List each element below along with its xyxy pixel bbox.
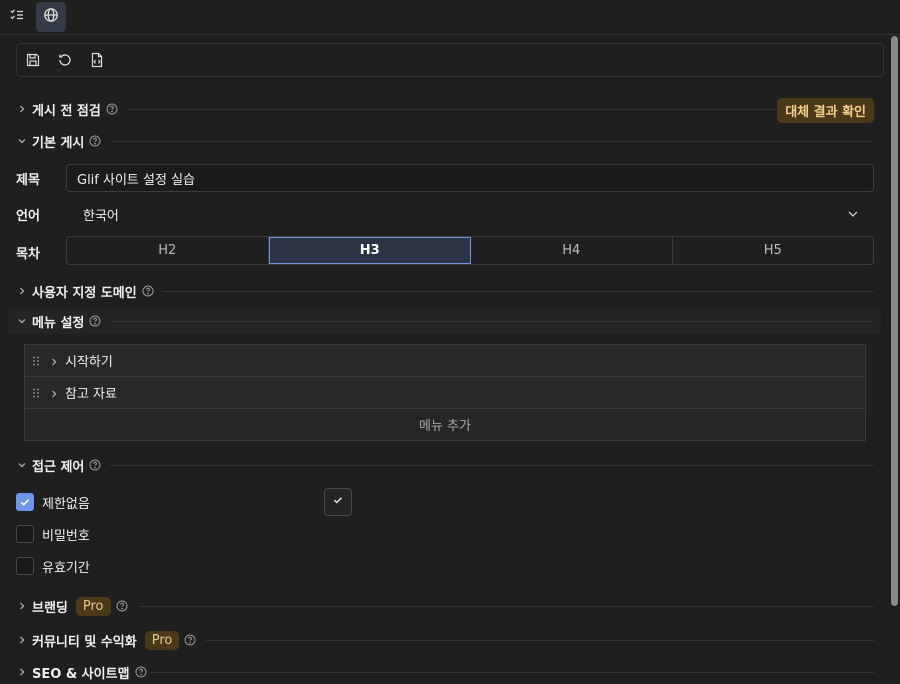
section-title: 기본 게시 — [32, 135, 85, 151]
access-option-expiry[interactable]: 유효기간 — [16, 557, 90, 576]
chevron-right-icon — [16, 600, 28, 612]
chevron-right-icon — [16, 634, 28, 646]
toc-option-h5[interactable]: H5 — [673, 237, 874, 264]
checkbox[interactable] — [16, 525, 34, 543]
section-community-monetization[interactable]: 커뮤니티 및 수익화 Pro — [16, 629, 196, 651]
help-icon[interactable] — [89, 135, 101, 147]
checkbox-label: 제한없음 — [42, 496, 90, 512]
menu-item-label: 시작하기 — [65, 355, 113, 370]
divider — [206, 640, 874, 641]
divider — [126, 109, 776, 110]
menu-list: 시작하기 참고 자료 메뉴 추가 — [24, 344, 866, 441]
code-file-icon[interactable] — [89, 52, 105, 68]
section-title: 접근 제어 — [32, 459, 85, 475]
add-menu-button[interactable]: 메뉴 추가 — [25, 409, 865, 440]
divider — [150, 672, 874, 673]
confirm-button[interactable] — [324, 488, 352, 516]
menu-item[interactable]: 시작하기 — [25, 345, 865, 377]
toc-label: 목차 — [16, 247, 40, 262]
section-title: 브랜딩 — [32, 600, 68, 616]
help-icon[interactable] — [116, 600, 128, 612]
section-custom-domain[interactable]: 사용자 지정 도메인 — [16, 280, 154, 302]
checklist-icon — [9, 7, 25, 27]
fallback-check-button[interactable]: 대체 결과 확인 — [777, 98, 874, 123]
section-prepublish-check[interactable]: 게시 전 점검 — [16, 98, 118, 120]
chevron-down-icon[interactable] — [846, 207, 860, 221]
section-seo-sitemap[interactable]: SEO & 사이트맵 — [16, 661, 147, 683]
divider — [110, 465, 874, 466]
chevron-right-icon[interactable] — [49, 388, 59, 398]
menu-item-label: 참고 자료 — [65, 387, 117, 402]
chevron-right-icon — [16, 285, 28, 297]
drag-handle-icon[interactable] — [31, 387, 41, 399]
language-select[interactable]: 한국어 — [83, 205, 119, 224]
toc-option-h2[interactable]: H2 — [67, 237, 269, 264]
drag-handle-icon[interactable] — [31, 355, 41, 367]
action-toolbar — [16, 43, 884, 77]
title-label: 제목 — [16, 173, 40, 188]
help-icon[interactable] — [184, 634, 196, 646]
divider — [162, 291, 874, 292]
section-branding[interactable]: 브랜딩 Pro — [16, 595, 128, 617]
section-title: 커뮤니티 및 수익화 — [32, 634, 137, 650]
checkbox-label: 비밀번호 — [42, 528, 90, 544]
access-option-password[interactable]: 비밀번호 — [16, 525, 90, 544]
checkbox-label: 유효기간 — [42, 560, 90, 576]
divider — [110, 141, 874, 142]
language-label: 언어 — [16, 209, 40, 224]
reset-icon[interactable] — [57, 52, 73, 68]
section-menu-settings[interactable]: 메뉴 설정 — [16, 310, 101, 332]
chevron-down-icon — [16, 459, 28, 471]
checkbox-checked[interactable] — [16, 493, 34, 511]
divider — [110, 321, 874, 322]
section-title: 사용자 지정 도메인 — [32, 285, 137, 301]
section-basic-publish[interactable]: 기본 게시 — [16, 130, 101, 152]
toc-option-h4[interactable]: H4 — [471, 237, 673, 264]
title-input[interactable]: Glif 사이트 설정 실습 — [66, 164, 874, 192]
title-input-value: Glif 사이트 설정 실습 — [77, 172, 195, 188]
toc-option-h3[interactable]: H3 — [268, 237, 471, 264]
access-option-none[interactable]: 제한없음 — [16, 493, 90, 512]
checkbox[interactable] — [16, 557, 34, 575]
tab-publish[interactable] — [36, 2, 66, 32]
section-title: SEO & 사이트맵 — [32, 666, 130, 682]
chevron-right-icon[interactable] — [49, 356, 59, 366]
toc-heading-selector: H2 H3 H4 H5 — [66, 236, 874, 265]
chevron-right-icon — [16, 666, 28, 678]
section-title: 게시 전 점검 — [32, 103, 101, 119]
section-access-control[interactable]: 접근 제어 — [16, 454, 101, 476]
help-icon[interactable] — [89, 459, 101, 471]
help-icon[interactable] — [89, 315, 101, 327]
chevron-right-icon — [16, 103, 28, 115]
menu-item[interactable]: 참고 자료 — [25, 377, 865, 409]
divider — [140, 606, 874, 607]
publish-settings-panel: 게시 전 점검 대체 결과 확인 기본 게시 제목 Glif 사이트 설정 실습… — [0, 0, 900, 684]
help-icon[interactable] — [142, 285, 154, 297]
help-icon[interactable] — [106, 103, 118, 115]
section-title: 메뉴 설정 — [32, 315, 85, 331]
chevron-down-icon — [16, 135, 28, 147]
check-icon — [332, 494, 344, 510]
tab-checklist[interactable] — [2, 2, 32, 32]
pro-badge: Pro — [144, 630, 180, 650]
top-tab-bar — [0, 0, 900, 35]
chevron-down-icon — [16, 315, 28, 327]
save-icon[interactable] — [25, 52, 41, 68]
pro-badge: Pro — [75, 596, 111, 616]
globe-icon — [43, 7, 59, 27]
help-icon[interactable] — [135, 666, 147, 678]
scrollbar-thumb[interactable] — [891, 36, 898, 606]
